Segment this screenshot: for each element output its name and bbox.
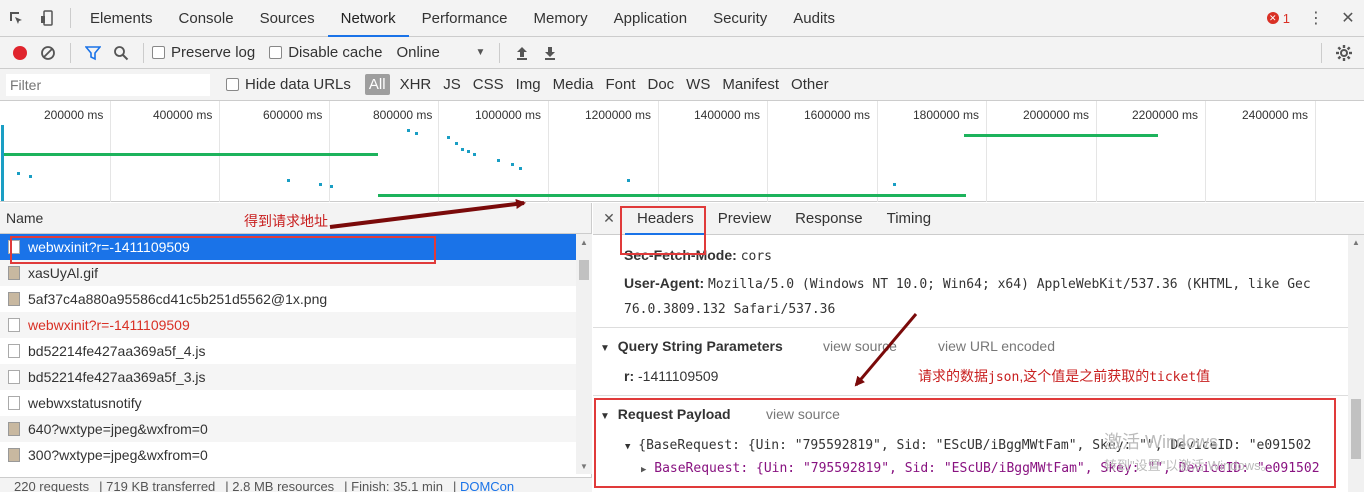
annotation-arrow (329, 199, 526, 229)
windows-activation-watermark: 激活 Windows (1104, 432, 1219, 452)
annotation-arrow (854, 313, 918, 387)
annotation-arrows (329, 199, 918, 387)
windows-activation-watermark: 转到"设置"以激活 Windows。 (1104, 458, 1274, 473)
